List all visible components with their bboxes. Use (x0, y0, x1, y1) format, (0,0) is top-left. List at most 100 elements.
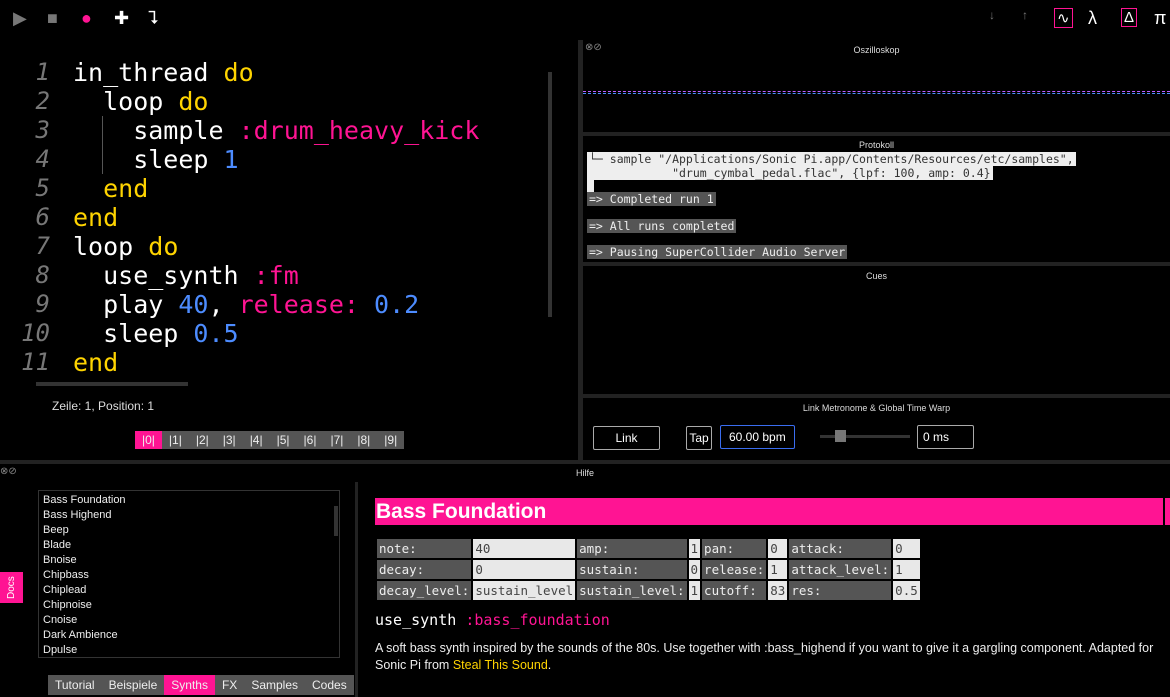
tap-button[interactable]: Tap (686, 426, 712, 450)
code-token: end (73, 174, 149, 203)
help-heading: Bass Foundation (375, 498, 1163, 525)
synth-list-item[interactable]: Chipbass (43, 568, 335, 583)
docs-tab[interactable]: Docs (0, 572, 23, 603)
code-line[interactable]: use_synth :fm (73, 261, 299, 290)
bpm-input[interactable]: 60.00 bpm (720, 425, 795, 449)
param-name: pan: (702, 539, 767, 558)
synth-list-item[interactable]: Dark Ambience (43, 628, 335, 643)
editor-hscrollbar[interactable] (36, 382, 188, 386)
code-token: 0.5 (193, 319, 239, 348)
param-name: note: (377, 539, 472, 558)
arrow-down-icon[interactable]: ↓ (989, 8, 995, 22)
synth-list-item[interactable]: Bass Foundation (43, 493, 335, 508)
code-token: 1 (223, 145, 239, 174)
code-line[interactable]: sleep 0.5 (73, 319, 239, 348)
code-token: end (73, 203, 119, 232)
editor-scrollbar[interactable] (548, 72, 552, 317)
help-tab[interactable]: Samples (244, 675, 305, 695)
buffer-tab[interactable]: |6| (297, 431, 324, 449)
line-number: 11 (21, 348, 50, 376)
list-scrollbar[interactable] (334, 506, 338, 536)
log-marker (587, 180, 594, 192)
synth-list-item[interactable]: Cnoise (43, 613, 335, 628)
code-line[interactable]: sleep 1 (73, 145, 239, 174)
buffer-tab[interactable]: |4| (243, 431, 270, 449)
param-value: 1 (893, 560, 920, 579)
time-warp-input[interactable]: 0 ms (917, 425, 974, 449)
delta-icon[interactable]: Δ (1121, 8, 1138, 27)
help-tab[interactable]: Codes (305, 675, 354, 695)
param-row: decay: 0 sustain: 0 release: 1 attack_level: 1 (377, 560, 920, 579)
splitter[interactable] (0, 460, 1170, 464)
code-line[interactable]: end (73, 174, 148, 203)
play-icon[interactable]: ▶ (13, 8, 27, 29)
synth-list-item[interactable]: Bass Highend (43, 508, 335, 523)
link-button[interactable]: Link (593, 426, 660, 450)
pi-icon[interactable]: π (1154, 8, 1166, 29)
param-value: 1 (688, 539, 701, 558)
lambda-icon[interactable]: λ (1088, 8, 1097, 29)
code-line[interactable]: in_thread do (73, 58, 254, 87)
synth-list-item[interactable]: Bnoise (43, 553, 335, 568)
scope-wave (583, 91, 1170, 94)
buffer-tab[interactable]: |3| (216, 431, 243, 449)
code-line[interactable]: play 40, release: 0.2 (73, 290, 419, 319)
synth-list-item[interactable]: Blade (43, 538, 335, 553)
buffer-tab[interactable]: |8| (350, 431, 377, 449)
synth-list-item[interactable]: Beep (43, 523, 335, 538)
synth-list-item[interactable]: Chipnoise (43, 598, 335, 613)
stop-icon[interactable]: ■ (47, 8, 58, 29)
code-line[interactable]: loop do (73, 232, 178, 261)
line-number: 5 (35, 174, 50, 202)
synth-list[interactable]: Bass Foundation Bass Highend Beep Blade Bnoi… (38, 490, 340, 658)
code-line[interactable]: loop do (73, 87, 208, 116)
code-token: in_thread (73, 58, 224, 87)
plus-icon[interactable]: ✚ (114, 8, 129, 29)
help-title: Hilfe (575, 468, 594, 478)
help-tab[interactable]: Beispiele (102, 675, 165, 695)
buffer-tab[interactable]: |9| (377, 431, 404, 449)
param-name: res: (789, 581, 892, 600)
panel-title: Cues (865, 271, 887, 281)
indent-guide (102, 116, 103, 174)
buffer-tab[interactable]: |2| (189, 431, 216, 449)
code-symbol: :bass_foundation (465, 611, 610, 629)
help-tab[interactable]: FX (215, 675, 244, 695)
param-name: sustain: (577, 560, 687, 579)
help-scrollbar[interactable] (1165, 498, 1170, 525)
record-icon[interactable]: ● (81, 8, 92, 29)
slider-handle[interactable] (835, 430, 846, 442)
synth-list-item[interactable]: Chiplead (43, 583, 335, 598)
panel-title: Oszilloskop (853, 45, 900, 55)
code-token: play (73, 290, 179, 319)
code-line[interactable]: end (73, 203, 118, 232)
log-line: => Pausing SuperCollider Audio Server (587, 245, 848, 259)
time-warp-slider[interactable] (820, 435, 910, 438)
return-icon[interactable]: ⮧ (148, 8, 159, 29)
param-name: decay: (377, 560, 472, 579)
scope-icon[interactable]: ∿ (1054, 8, 1073, 28)
arrow-up-icon[interactable]: ↑ (1022, 8, 1028, 22)
help-tab[interactable]: Synths (164, 675, 215, 695)
line-number: 6 (35, 203, 50, 231)
param-name: attack: (789, 539, 892, 558)
param-name: sustain_level: (577, 581, 687, 600)
code-line[interactable]: end (73, 348, 118, 377)
line-number: 10 (21, 319, 50, 347)
steal-this-sound-link[interactable]: Steal This Sound (453, 658, 548, 672)
buffer-tabs: |0| |1| |2| |3| |4| |5| |6| |7| |8| |9| (135, 431, 405, 449)
splitter[interactable] (355, 482, 358, 697)
param-value: sustain_level (473, 581, 576, 600)
code-token: do (178, 87, 209, 116)
cursor-position: Zeile: 1, Position: 1 (52, 399, 155, 413)
code-editor[interactable]: 1 in_thread do 2 loop do 3 sample :drum_hea… (0, 40, 578, 460)
buffer-tab[interactable]: |0| (135, 431, 162, 449)
param-name: release: (702, 560, 767, 579)
code-token: :drum_heavy_kick (238, 116, 480, 145)
synth-list-item[interactable]: Dpulse (43, 643, 335, 658)
help-tab[interactable]: Tutorial (48, 675, 102, 695)
buffer-tab[interactable]: |1| (162, 431, 189, 449)
code-line[interactable]: sample :drum_heavy_kick (73, 116, 479, 145)
buffer-tab[interactable]: |7| (323, 431, 350, 449)
buffer-tab[interactable]: |5| (270, 431, 297, 449)
